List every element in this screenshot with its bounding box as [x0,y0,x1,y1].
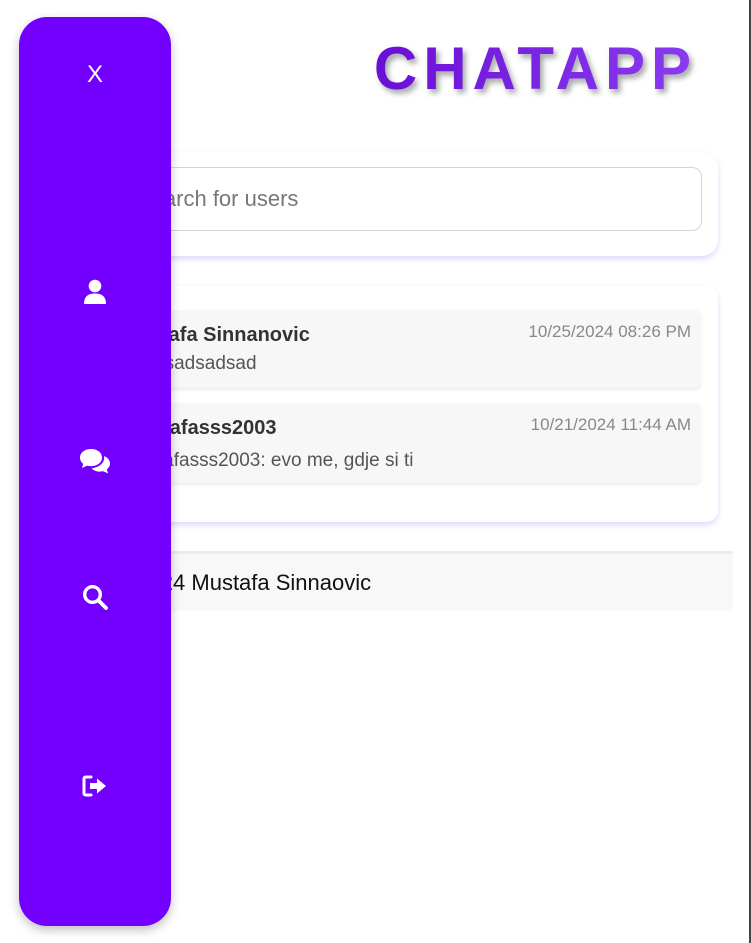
comments-icon [79,448,111,474]
search-card [100,152,718,256]
page: CHATAPP Mustafa Sinnanovic 10/25/2024 08… [0,0,751,943]
search-input[interactable] [116,167,702,231]
app-title: CHATAPP [373,35,697,102]
chat-item[interactable]: mustafasss2003 10/21/2024 11:44 AM musta… [108,403,701,483]
search-icon [82,584,108,610]
profile-button[interactable] [71,267,119,315]
sign-out-icon [82,775,108,797]
user-icon [84,279,106,304]
search-button[interactable] [71,573,119,621]
sidebar: X [19,17,171,926]
chats-button[interactable] [71,437,119,485]
logout-button[interactable] [71,762,119,810]
footer: © 2024 Mustafa Sinnaovic [100,551,733,611]
chat-timestamp: 10/21/2024 11:44 AM [530,415,691,434]
close-sidebar-button[interactable]: X [71,51,119,99]
chat-item[interactable]: Mustafa Sinnanovic 10/25/2024 08:26 PM Y… [108,310,701,388]
chat-list: Mustafa Sinnanovic 10/25/2024 08:26 PM Y… [100,286,718,522]
chat-timestamp: 10/25/2024 08:26 PM [528,322,691,341]
